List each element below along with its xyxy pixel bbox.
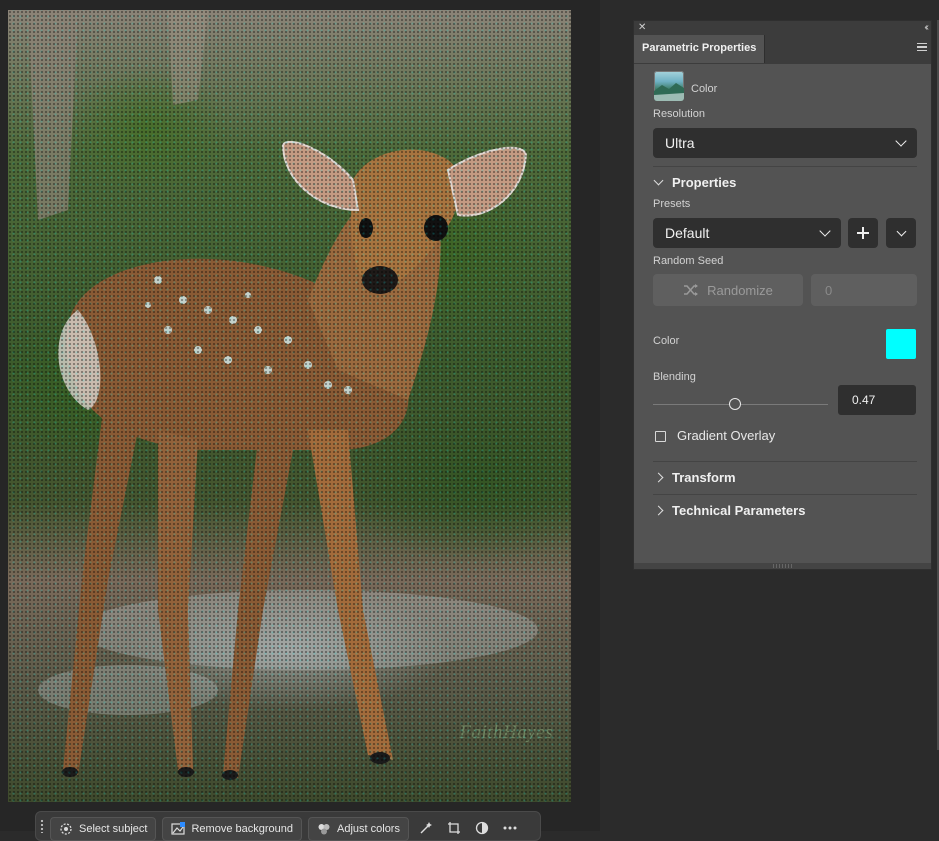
crop-transform-icon[interactable] [443,817,465,839]
presets-dropdown[interactable]: Default [653,218,841,248]
presets-label: Presets [653,198,691,210]
divider [653,166,917,167]
preset-options-button[interactable] [886,218,916,248]
presets-value: Default [665,225,710,241]
resize-grip-icon [772,564,793,568]
panel-menu-icon[interactable] [917,43,927,51]
remove-background-button[interactable]: Remove background [162,817,302,841]
shuffle-icon [684,284,699,296]
add-preset-button[interactable] [848,218,878,248]
gradient-overlay-label: Gradient Overlay [677,428,776,443]
chevron-down-icon [819,225,831,237]
chevron-down-icon [895,135,907,147]
collapse-panel-icon[interactable]: ‹‹ [924,21,928,35]
artist-signature-watermark: FaithHayes [459,722,553,743]
chevron-down-icon [896,226,906,236]
document-image[interactable]: FaithHayes [8,10,571,802]
fawn-illustration [28,10,538,780]
select-subject-label: Select subject [79,823,148,835]
panel-resize-bar[interactable] [634,563,931,569]
more-options-icon[interactable] [499,817,521,839]
panel-body: Color Resolution Ultra Properties Preset… [634,64,931,569]
divider [653,494,917,495]
blending-value-field[interactable]: 0.47 [838,385,916,415]
technical-parameters-section-header[interactable]: Technical Parameters [653,503,806,518]
adjust-colors-label: Adjust colors [337,823,400,835]
panel-tab-strip: Parametric Properties [634,35,931,64]
contextual-task-bar: Select subject Remove background Adjust … [35,811,541,841]
chevron-down-icon [653,175,664,186]
adjust-colors-icon [318,824,330,835]
filter-source-label: Color [691,83,718,95]
resolution-dropdown[interactable]: Ultra [653,128,917,158]
random-seed-label: Random Seed [653,255,724,267]
color-label: Color [653,335,680,347]
chevron-right-icon [653,472,664,483]
blending-label: Blending [653,371,696,383]
random-seed-input[interactable]: 0 [811,274,917,306]
color-swatch[interactable] [886,329,916,359]
canvas-area[interactable]: FaithHayes [0,0,600,831]
panel-title-bar: ✕ ‹‹ [634,21,931,35]
resolution-value: Ultra [665,135,695,151]
select-subject-button[interactable]: Select subject [50,817,157,841]
plus-icon [857,227,869,239]
transform-section-header[interactable]: Transform [653,470,736,485]
resolution-label: Resolution [653,108,705,120]
randomize-label: Randomize [707,282,773,298]
parametric-properties-panel: ✕ ‹‹ Parametric Properties Color Resolut… [633,20,932,570]
close-panel-icon[interactable]: ✕ [638,21,646,35]
technical-header-label: Technical Parameters [672,503,806,518]
blending-slider-handle[interactable] [729,398,742,410]
gradient-overlay-checkbox[interactable] [655,431,666,442]
adjust-colors-button[interactable]: Adjust colors [308,817,409,841]
adjustment-layer-icon[interactable] [471,817,493,839]
randomize-button[interactable]: Randomize [653,274,803,306]
remove-background-icon [171,822,186,835]
tab-parametric-properties[interactable]: Parametric Properties [634,35,766,63]
filter-thumbnail [654,71,684,101]
chevron-right-icon [653,505,664,516]
magic-sparkle-icon[interactable] [415,817,437,839]
properties-header-label: Properties [672,175,737,190]
remove-background-label: Remove background [191,823,293,835]
divider [653,461,917,462]
transform-header-label: Transform [672,470,736,485]
properties-section-header[interactable]: Properties [653,175,737,190]
select-subject-icon [60,823,72,835]
